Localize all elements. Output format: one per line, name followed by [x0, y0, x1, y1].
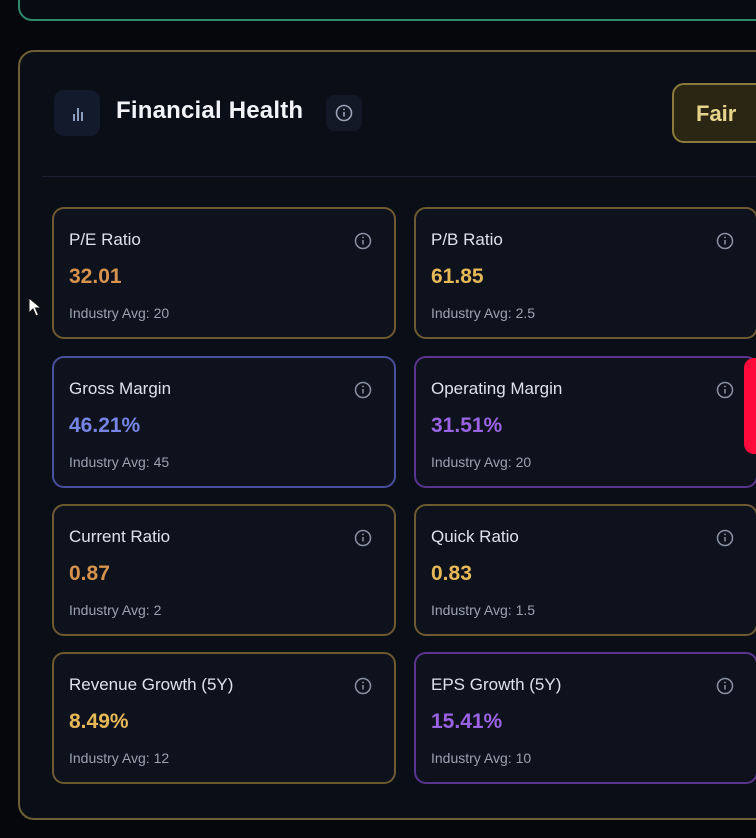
metric-card-quick-ratio[interactable]: Quick Ratio 0.83 Industry Avg: 1.5 — [414, 504, 756, 636]
info-circle-icon[interactable] — [326, 95, 362, 131]
metric-label: P/B Ratio — [431, 230, 503, 249]
rating-label: Fair — [696, 101, 737, 126]
metric-label: Quick Ratio — [431, 527, 519, 546]
metric-card-gross-margin[interactable]: Gross Margin 46.21% Industry Avg: 45 — [52, 356, 396, 488]
industry-average: Industry Avg: 2 — [69, 602, 162, 618]
metric-card-operating-margin[interactable]: Operating Margin 31.51% Industry Avg: 20 — [414, 356, 756, 488]
metric-card-revenue-growth[interactable]: Revenue Growth (5Y) 8.49% Industry Avg: … — [52, 652, 396, 784]
metric-card-pb-ratio[interactable]: P/B Ratio 61.85 Industry Avg: 2.5 — [414, 207, 756, 339]
industry-average: Industry Avg: 20 — [69, 305, 170, 321]
info-circle-icon[interactable] — [354, 381, 372, 399]
industry-average: Industry Avg: 45 — [69, 454, 170, 470]
header-divider — [42, 176, 756, 177]
industry-average: Industry Avg: 2.5 — [431, 305, 536, 321]
financial-health-panel: Financial Health Fair P/E Ratio 32.01 In… — [18, 50, 756, 820]
industry-average: Industry Avg: 1.5 — [431, 602, 536, 618]
metric-value: 8.49% — [69, 710, 129, 733]
info-circle-icon[interactable] — [716, 232, 734, 250]
metric-card-pe-ratio[interactable]: P/E Ratio 32.01 Industry Avg: 20 — [52, 207, 396, 339]
metric-label: Gross Margin — [69, 379, 172, 398]
info-circle-icon[interactable] — [354, 529, 372, 547]
metric-card-current-ratio[interactable]: Current Ratio 0.87 Industry Avg: 2 — [52, 504, 396, 636]
metric-label: EPS Growth (5Y) — [431, 675, 562, 694]
info-circle-icon[interactable] — [354, 232, 372, 250]
bar-chart-icon — [54, 90, 100, 136]
metric-label: Operating Margin — [431, 379, 563, 398]
metric-value: 32.01 — [69, 265, 122, 288]
metric-value: 46.21% — [69, 414, 141, 437]
previous-card-edge — [18, 0, 756, 21]
info-circle-icon[interactable] — [716, 381, 734, 399]
panel-title: Financial Health — [116, 97, 304, 124]
industry-average: Industry Avg: 10 — [431, 750, 532, 766]
metric-label: Revenue Growth (5Y) — [69, 675, 234, 694]
metric-value: 15.41% — [431, 710, 503, 733]
rating-badge: Fair — [672, 83, 756, 143]
metric-label: Current Ratio — [69, 527, 171, 546]
red-edge-marker — [744, 358, 756, 454]
info-circle-icon[interactable] — [716, 529, 734, 547]
metric-value: 61.85 — [431, 265, 484, 288]
industry-average: Industry Avg: 20 — [431, 454, 532, 470]
info-circle-icon[interactable] — [716, 677, 734, 695]
metric-value: 31.51% — [431, 414, 503, 437]
mouse-cursor-icon — [28, 297, 42, 317]
metric-card-eps-growth[interactable]: EPS Growth (5Y) 15.41% Industry Avg: 10 — [414, 652, 756, 784]
metric-value: 0.83 — [431, 562, 472, 585]
industry-average: Industry Avg: 12 — [69, 750, 170, 766]
info-circle-icon[interactable] — [354, 677, 372, 695]
metric-value: 0.87 — [69, 562, 110, 585]
metric-label: P/E Ratio — [69, 230, 141, 249]
